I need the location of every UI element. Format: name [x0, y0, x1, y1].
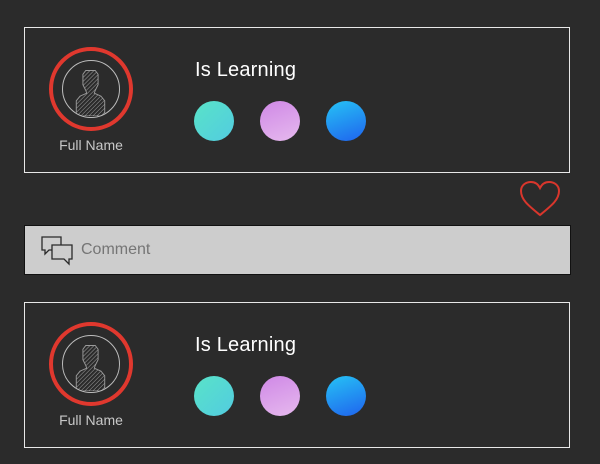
post-card[interactable]: Full Name Is Learning [24, 27, 570, 173]
post-card[interactable]: Full Name Is Learning [24, 302, 570, 448]
avatar[interactable] [49, 322, 133, 406]
person-silhouette-icon [62, 335, 120, 393]
post-status-title: Is Learning [195, 59, 297, 81]
post-status-title: Is Learning [195, 334, 297, 356]
topic-dot-purple[interactable] [260, 376, 300, 416]
topic-dot-blue[interactable] [326, 101, 366, 141]
comment-input[interactable] [81, 226, 561, 274]
speech-bubbles-icon [41, 235, 75, 267]
topic-dot-purple[interactable] [260, 101, 300, 141]
full-name: Full Name [59, 137, 123, 153]
avatar[interactable] [49, 47, 133, 131]
feed-page: Full Name Is Learning Comment Full Name … [0, 0, 600, 464]
comment-bar[interactable] [24, 225, 571, 275]
topic-dot-teal[interactable] [194, 101, 234, 141]
full-name: Full Name [59, 412, 123, 428]
person-silhouette-icon [62, 60, 120, 118]
topic-dot-teal[interactable] [194, 376, 234, 416]
heart-outline-icon[interactable] [519, 180, 561, 218]
topic-dot-blue[interactable] [326, 376, 366, 416]
